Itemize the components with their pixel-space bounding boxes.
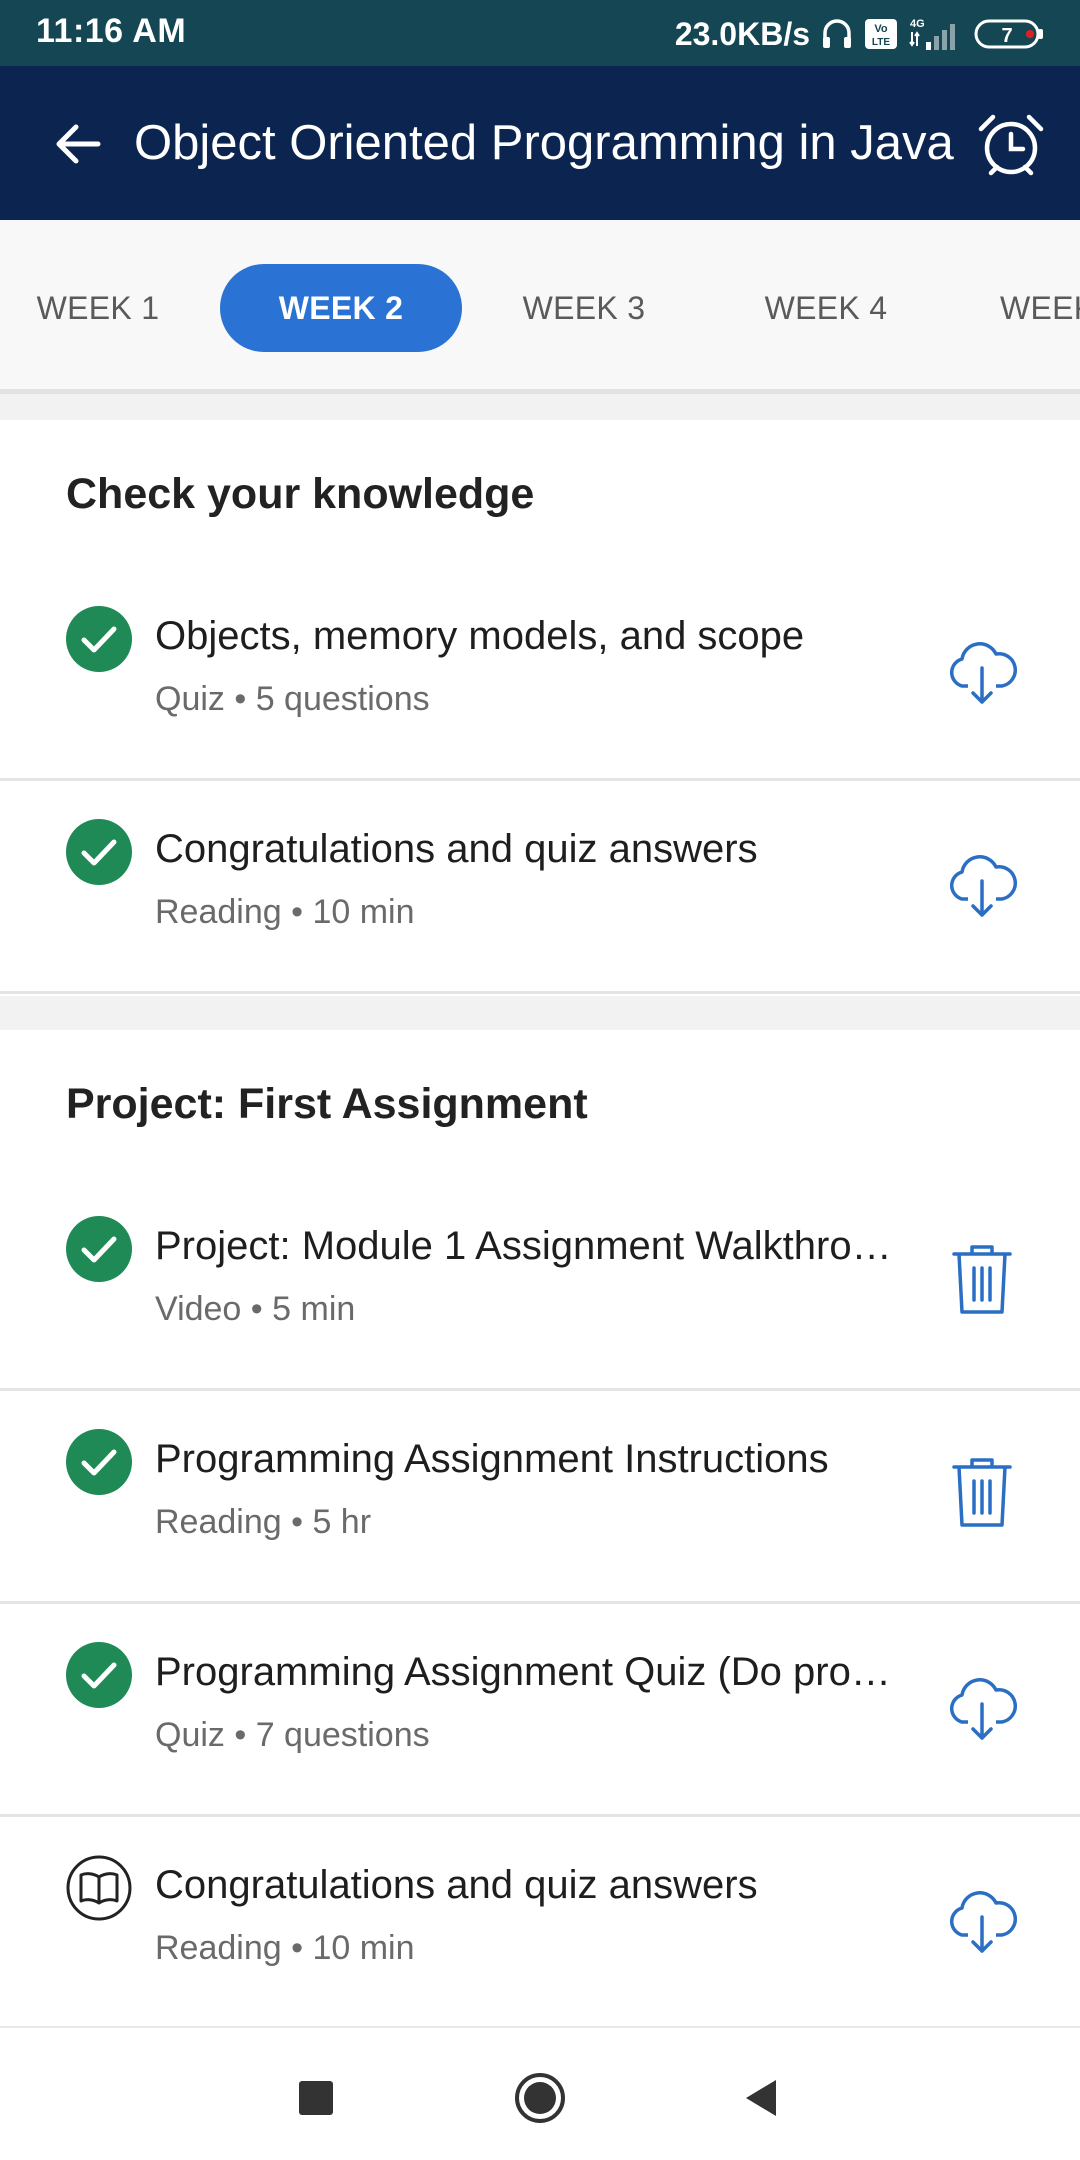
back-nav-button[interactable] [722, 2058, 802, 2138]
recents-button[interactable] [276, 2058, 356, 2138]
item-meta: Video • 5 min [155, 1290, 356, 1328]
svg-text:LTE: LTE [872, 37, 890, 48]
list-item[interactable]: Objects, memory models, and scope Quiz •… [0, 568, 1080, 781]
section-heading: Project: First Assignment [66, 1080, 588, 1128]
download-icon [949, 855, 1018, 917]
download-button[interactable] [940, 1664, 1024, 1748]
home-button[interactable] [500, 2058, 580, 2138]
completed-check-icon [66, 606, 132, 672]
completed-check-icon [66, 1216, 132, 1282]
week-tabs: WEEK 1 WEEK 2 WEEK 3 WEEK 4 WEEK 5 [0, 220, 1080, 394]
tab-week-4[interactable]: WEEK 4 [738, 264, 914, 352]
download-button[interactable] [940, 628, 1024, 712]
download-icon [949, 1678, 1018, 1740]
svg-text:4G: 4G [910, 18, 925, 30]
item-title: Programming Assignment Quiz (Do programm… [155, 1650, 907, 1694]
volte-icon: Vo LTE [864, 18, 898, 50]
home-circle-icon [515, 2073, 565, 2123]
delete-icon [952, 1458, 1012, 1527]
download-button[interactable] [940, 841, 1024, 925]
delete-button[interactable] [940, 1451, 1024, 1535]
back-triangle-icon [746, 2080, 776, 2116]
tab-week-5[interactable]: WEEK 5 [1000, 264, 1080, 352]
status-time: 11:16 AM [36, 12, 187, 50]
download-icon [949, 1891, 1018, 1953]
arrow-back-icon [56, 124, 101, 164]
list-item[interactable]: Congratulations and quiz answers Reading… [0, 781, 1080, 994]
item-meta: Reading • 10 min [155, 1929, 415, 1967]
system-nav-bar [0, 2026, 1080, 2160]
list-item[interactable]: Project: Module 1 Assignment Walkthrough… [0, 1178, 1080, 1391]
download-button[interactable] [940, 1877, 1024, 1961]
tab-week-3[interactable]: WEEK 3 [496, 264, 672, 352]
alarm-clock-icon [978, 114, 1044, 176]
item-meta: Reading • 5 hr [155, 1503, 372, 1541]
delete-icon [952, 1245, 1012, 1314]
signal-4g-icon: 4G [908, 16, 964, 52]
status-indicators: 23.0KB/s Vo LTE 4G 7 [675, 14, 1046, 54]
item-title: Programming Assignment Instructions [155, 1437, 829, 1481]
section-check-your-knowledge: Check your knowledge Objects, memory mod… [0, 420, 1080, 996]
completed-check-icon [66, 1429, 132, 1495]
tab-week-1[interactable]: WEEK 1 [10, 264, 186, 352]
headset-icon [820, 17, 854, 51]
completed-check-icon [66, 1642, 132, 1708]
section-project-first-assignment: Project: First Assignment Project: Modul… [0, 1030, 1080, 2030]
download-icon [949, 642, 1018, 704]
section-heading: Check your knowledge [66, 470, 535, 518]
list-item[interactable]: Programming Assignment Quiz (Do programm… [0, 1604, 1080, 1817]
back-button[interactable] [40, 112, 116, 176]
list-item[interactable]: Congratulations and quiz answers Reading… [0, 1817, 1080, 2030]
app-bar: Object Oriented Programming in Java [0, 66, 1080, 220]
item-title: Objects, memory models, and scope [155, 614, 805, 658]
completed-check-icon [66, 819, 132, 885]
delete-button[interactable] [940, 1238, 1024, 1322]
list-item[interactable]: Programming Assignment Instructions Read… [0, 1391, 1080, 1604]
item-meta: Quiz • 5 questions [155, 680, 430, 718]
item-meta: Quiz • 7 questions [155, 1716, 430, 1754]
status-bar: 11:16 AM 23.0KB/s Vo LTE 4G 7 [0, 0, 1080, 66]
item-title: Congratulations and quiz answers [155, 1863, 758, 1907]
recents-square-icon [299, 2081, 333, 2115]
alarm-button[interactable] [970, 104, 1052, 186]
network-speed: 23.0KB/s [674, 15, 810, 52]
svg-text:Vo: Vo [874, 23, 888, 35]
page-title: Object Oriented Programming in Java [134, 116, 954, 170]
item-meta: Reading • 10 min [155, 893, 415, 931]
item-title: Congratulations and quiz answers [155, 827, 758, 871]
battery-icon: 7 [974, 18, 1046, 50]
tab-week-2[interactable]: WEEK 2 [220, 264, 462, 352]
item-title: Project: Module 1 Assignment Walkthrough [155, 1224, 907, 1268]
reading-book-icon [66, 1855, 132, 1921]
battery-level: 7 [1001, 25, 1012, 47]
